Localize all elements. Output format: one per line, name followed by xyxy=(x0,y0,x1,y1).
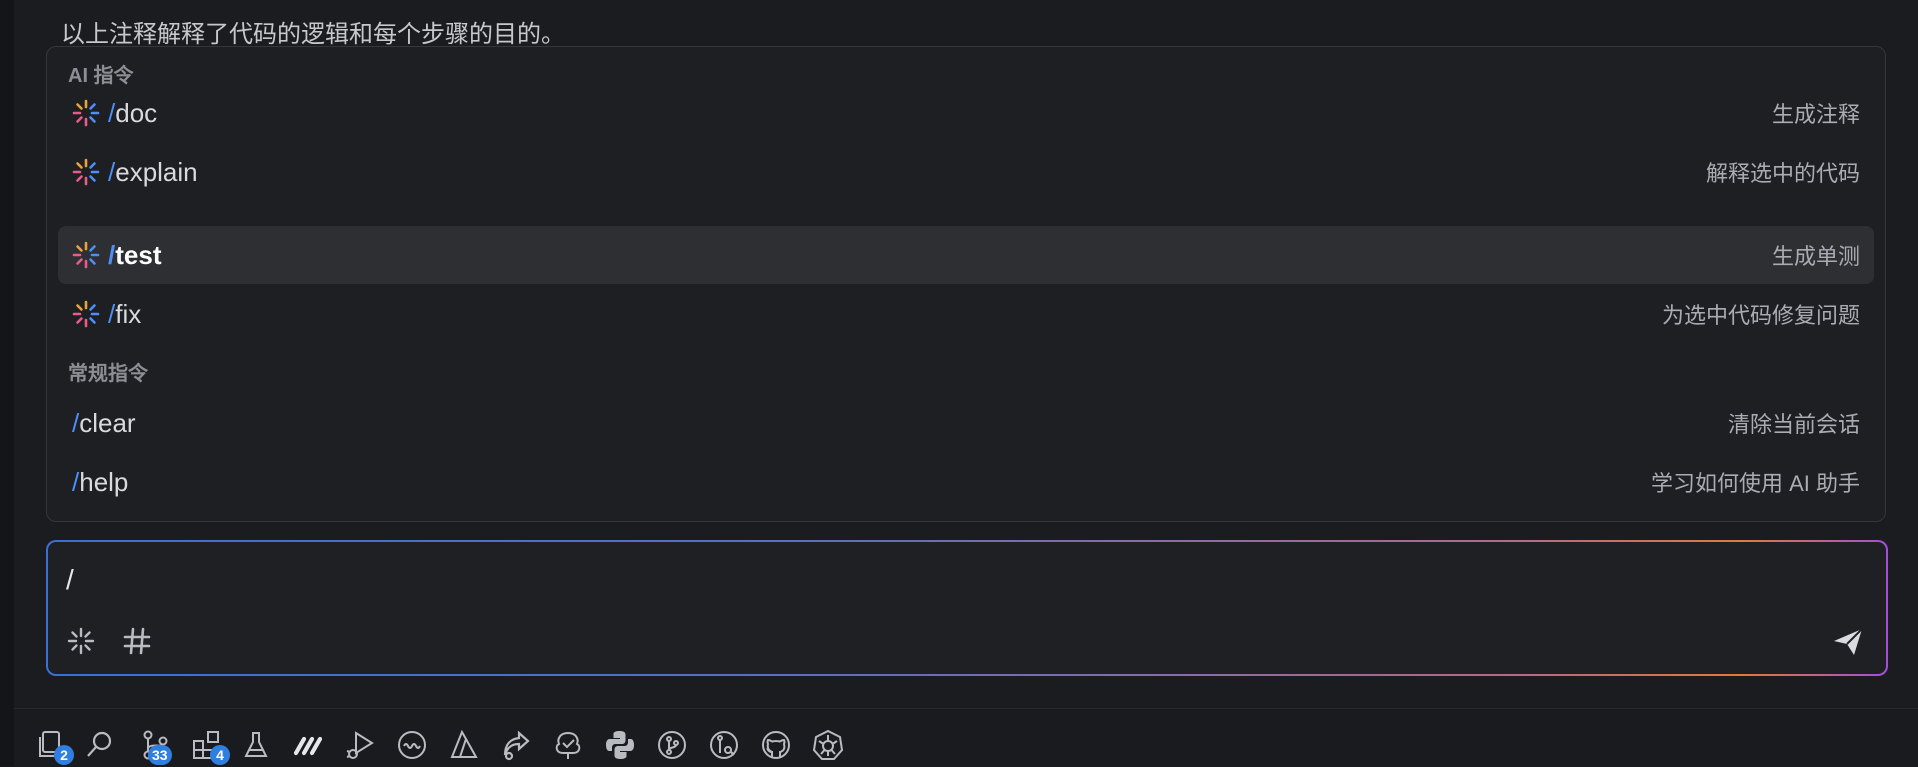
command-name: /doc xyxy=(108,97,158,128)
tree-check-icon[interactable] xyxy=(552,729,584,761)
command-description: 生成注释 xyxy=(1771,102,1860,127)
ai-assistant-icon[interactable] xyxy=(292,729,324,761)
chat-input-box[interactable]: / xyxy=(46,540,1888,676)
command-name: /fix xyxy=(108,298,142,329)
sparkle-icon xyxy=(72,99,100,127)
command-fix[interactable]: /fix 为选中代码修复问题 xyxy=(58,285,1874,343)
wave-icon[interactable] xyxy=(396,729,428,761)
search-icon[interactable] xyxy=(84,729,116,761)
command-name: /help xyxy=(72,466,129,497)
command-description: 为选中代码修复问题 xyxy=(1661,303,1860,328)
git-graph-icon[interactable] xyxy=(656,729,688,761)
command-name: /clear xyxy=(72,407,136,438)
command-explain[interactable]: /explain 解释选中的代码 xyxy=(58,143,1874,201)
sparkle-icon xyxy=(72,300,100,328)
command-description: 清除当前会话 xyxy=(1727,412,1860,437)
share-icon[interactable] xyxy=(500,729,532,761)
command-doc[interactable]: /doc 生成注释 xyxy=(58,84,1874,142)
command-name: /test xyxy=(108,239,162,270)
command-description: 解释选中的代码 xyxy=(1705,161,1860,186)
send-icon[interactable] xyxy=(1832,626,1864,658)
chat-input-inner: / xyxy=(48,542,1886,674)
git-lens-icon[interactable] xyxy=(708,729,740,761)
command-name: /explain xyxy=(108,156,198,187)
command-help[interactable]: /help 学习如何使用 AI 助手 xyxy=(58,453,1874,511)
command-description: 生成单测 xyxy=(1771,244,1860,269)
slash-command-popup: AI 指令 /doc 生成注释 /explain 解释选中的代码 /test 生… xyxy=(46,46,1886,522)
github-icon[interactable] xyxy=(760,729,792,761)
testing-icon[interactable] xyxy=(240,729,272,761)
hash-icon[interactable] xyxy=(122,626,152,656)
kubernetes-icon[interactable] xyxy=(812,729,844,761)
azure-icon[interactable] xyxy=(448,729,480,761)
previous-message-text: 以上注释解释了代码的逻辑和每个步骤的目的。 xyxy=(61,21,565,48)
general-commands-group-label: 常规指令 xyxy=(68,363,148,385)
explorer-badge: 2 xyxy=(54,745,74,765)
run-debug-icon[interactable] xyxy=(344,729,376,761)
command-test[interactable]: /test 生成单测 xyxy=(58,226,1874,284)
sparkle-icon xyxy=(72,158,100,186)
left-edge xyxy=(0,0,15,766)
source-control-badge: 33 xyxy=(148,745,172,765)
chat-input-field[interactable]: / xyxy=(66,564,74,596)
command-clear[interactable]: /clear 清除当前会话 xyxy=(58,394,1874,452)
sparkle-icon[interactable] xyxy=(66,626,96,656)
python-icon[interactable] xyxy=(604,729,636,761)
extensions-badge: 4 xyxy=(210,745,230,765)
activity-bar: 2 33 4 xyxy=(14,708,1918,767)
sparkle-icon xyxy=(72,241,100,269)
command-description: 学习如何使用 AI 助手 xyxy=(1650,471,1860,496)
